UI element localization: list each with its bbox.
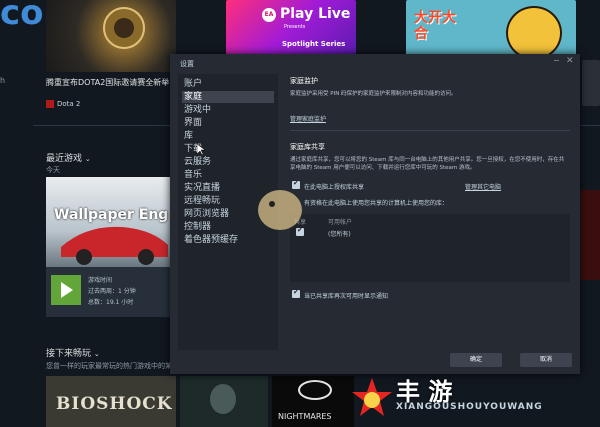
- ea-logo-icon: EA: [262, 8, 276, 22]
- nav-in-game[interactable]: 游戏中: [182, 104, 274, 116]
- chevron-down-icon: ⌄: [93, 350, 100, 358]
- manage-family-view-link[interactable]: 管理家庭监护: [290, 114, 326, 123]
- nav-account[interactable]: 账户: [182, 78, 274, 90]
- bioshock-title: BIOSHOCK: [56, 394, 173, 414]
- dialog-title: 设置: [180, 60, 194, 68]
- chevron-down-icon: ⌄: [84, 155, 91, 163]
- steam-logo-partial: co: [0, 0, 44, 33]
- notify-checkbox[interactable]: [292, 288, 300, 298]
- account-name: (您所有): [328, 231, 351, 238]
- playtime-two-weeks: 过去两周：1 分钟: [88, 288, 136, 295]
- family-view-description: 家庭监护采用受 PIN 码保护的家庭监护来限制对内容和功能的访问。: [290, 91, 457, 97]
- news-game-tag: Dota 2: [46, 100, 80, 108]
- manage-devices-link[interactable]: 管理其它电脑: [465, 182, 501, 191]
- playtime-info: 游戏时间 过去两周：1 分钟 总数：19.1 小时: [88, 275, 136, 308]
- right-game-tile[interactable]: [577, 190, 600, 280]
- dota-icon: [46, 100, 54, 108]
- nav-downloads[interactable]: 下载: [182, 143, 274, 155]
- settings-dialog: 设置 − ✕ 账户 家庭 游戏中 界面 库 下载 云服务 音乐 实况直播 远程畅…: [170, 54, 580, 374]
- col-account: 可用帐户: [328, 219, 353, 226]
- close-icon[interactable]: ✕: [566, 56, 574, 66]
- bioshock-sequel-tile[interactable]: [180, 376, 268, 427]
- play-button[interactable]: [51, 275, 81, 305]
- recent-games-heading[interactable]: 最近游戏 ⌄: [46, 151, 91, 164]
- nav-interface[interactable]: 界面: [182, 117, 274, 129]
- ea-series: Spotlight Series: [282, 40, 346, 48]
- playtime-label: 游戏时间: [88, 277, 113, 284]
- mouse-cursor-icon: [197, 144, 205, 156]
- eligible-accounts-label: 有资格在此电脑上使用您共享的计算机上使用您的库：: [304, 200, 449, 207]
- family-settings-pane: 家庭监护 家庭监护采用受 PIN 码保护的家庭监护来限制对内容和功能的访问。 管…: [290, 74, 572, 350]
- nav-cloud[interactable]: 云服务: [182, 156, 274, 168]
- nav-family[interactable]: 家庭: [182, 91, 274, 103]
- dota-shield-icon: [103, 7, 145, 49]
- eye-icon: [298, 380, 332, 400]
- authorize-sharing-label: 在此电脑上授权库共享: [304, 184, 365, 191]
- ea-title: Play Live: [280, 6, 351, 22]
- wallpaper-engine-card[interactable]: Wallpaper Eng 游戏时间 过去两周：1 分钟 总数：19.1 小时: [46, 177, 176, 317]
- diver-art: [210, 384, 236, 414]
- eligible-accounts-table: 共享 可用帐户 (您所有): [290, 214, 570, 282]
- wallpaper-engine-art: Wallpaper Eng: [46, 177, 176, 267]
- minimize-icon[interactable]: −: [553, 56, 560, 65]
- sidebar-edge: h: [0, 76, 6, 85]
- nav-library[interactable]: 库: [182, 130, 274, 142]
- ea-play-live-tile[interactable]: EA Play Live Presents Spotlight Series: [226, 0, 356, 58]
- family-view-heading: 家庭监护: [290, 77, 318, 85]
- notify-label: 当已共享库再次可用时显示通知: [304, 293, 389, 300]
- game-promo-tile[interactable]: 大开大合: [406, 0, 576, 58]
- cancel-button[interactable]: 取消: [520, 353, 572, 367]
- library-sharing-heading: 家庭库共享: [290, 143, 325, 151]
- watermark-subtext: XIANGOUSHOUYOUWANG: [396, 402, 543, 412]
- right-edge-tile[interactable]: [582, 60, 600, 106]
- ok-button[interactable]: 确定: [450, 353, 502, 367]
- play-next-heading[interactable]: 接下来畅玩 ⌄: [46, 346, 100, 359]
- game-character-art: [506, 6, 562, 58]
- section-separator: [290, 130, 570, 131]
- play-next-subtitle: 您曾一样的玩家最常玩的热门游戏中的某个: [46, 362, 179, 370]
- bioshock-tile[interactable]: BIOSHOCK: [46, 376, 176, 427]
- library-sharing-description: 通过家庭库共享，您可以将您的 Steam 库与同一台电脑上的其他用户共享。您一旦…: [290, 157, 565, 171]
- recent-today-label: 今天: [46, 166, 60, 174]
- little-nightmares-tile[interactable]: NIGHTMARES: [272, 376, 354, 427]
- star-logo-icon: [352, 378, 392, 416]
- game-promo-title: 大开大合: [414, 10, 456, 42]
- mascot-watermark-art: [258, 190, 302, 230]
- news-tile-image[interactable]: [46, 0, 176, 72]
- nightmares-title: NIGHTMARES: [278, 412, 332, 421]
- wallpaper-engine-title: Wallpaper Eng: [54, 207, 169, 223]
- site-watermark: 丰 游 XIANGOUSHOUYOUWANG: [350, 378, 600, 427]
- playtime-total: 总数：19.1 小时: [88, 299, 134, 306]
- news-headline[interactable]: 腾重宣布DOTA2国际邀请赛全新举: [46, 77, 178, 88]
- ea-presents: Presents: [284, 24, 306, 30]
